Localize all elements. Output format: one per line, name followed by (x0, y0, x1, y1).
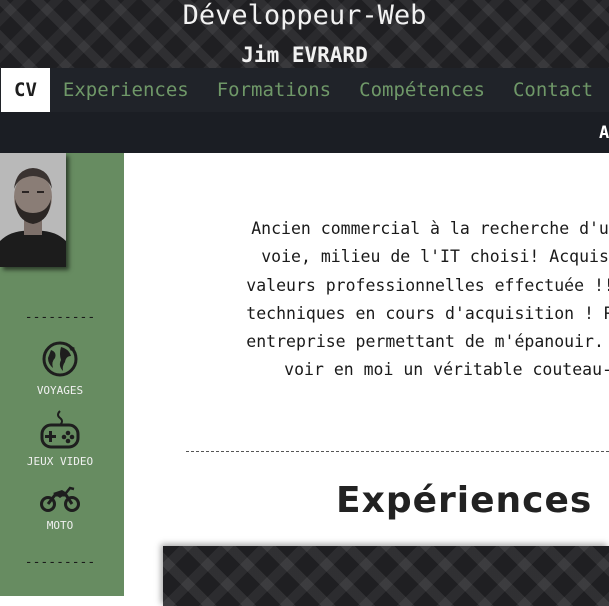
gamepad-icon (0, 409, 120, 453)
motorcycle-icon (0, 485, 120, 517)
nav-item-formations[interactable]: Formations (203, 68, 345, 112)
author-name: Jim EVRARD (241, 43, 368, 67)
avatar (0, 153, 66, 267)
about-line: techniques en cours d'acquisition ! Rec (246, 303, 609, 323)
globe-icon (0, 340, 120, 382)
nav-item-cv[interactable]: CV (1, 68, 50, 112)
sub-nav-item[interactable]: A (599, 122, 609, 144)
nav-item-experiences[interactable]: Experiences (50, 68, 203, 112)
about-line: entreprise permettant de m'épanouir. Vo (246, 332, 609, 352)
profile-photo (0, 153, 66, 267)
section-title-experiences: Expériences (336, 480, 593, 521)
about-line: voir en moi un véritable couteau-su (284, 360, 609, 380)
sidebar-separator: --------- (24, 555, 96, 570)
hobby-label: JEUX VIDEO (26, 455, 94, 468)
nav-item-contact[interactable]: Contact (499, 68, 607, 112)
about-line: valeurs professionnelles effectuée !! C (246, 275, 609, 295)
hobby-label: MOTO (46, 519, 74, 532)
page-title: Développeur-Web (182, 0, 427, 31)
hobby-voyages: VOYAGES (0, 340, 120, 398)
hobby-jeux-video: JEUX VIDEO (0, 409, 120, 469)
site-header: Développeur-Web Jim EVRARD CV Experience… (0, 0, 609, 153)
main-nav: CV Experiences Formations Compétences Co… (0, 68, 609, 112)
experience-card (163, 546, 609, 606)
hobby-label: VOYAGES (36, 384, 84, 397)
about-text: Ancien commercial à la recherche d'une v… (150, 215, 609, 385)
about-line: voie, milieu de l'IT choisi! Acquisit (261, 247, 609, 267)
hobby-moto: MOTO (0, 485, 120, 533)
section-divider (186, 451, 609, 452)
sub-nav: A (0, 112, 609, 153)
nav-item-competences[interactable]: Compétences (345, 68, 499, 112)
sidebar-separator: --------- (24, 310, 96, 325)
about-line: Ancien commercial à la recherche d'une (251, 219, 609, 238)
